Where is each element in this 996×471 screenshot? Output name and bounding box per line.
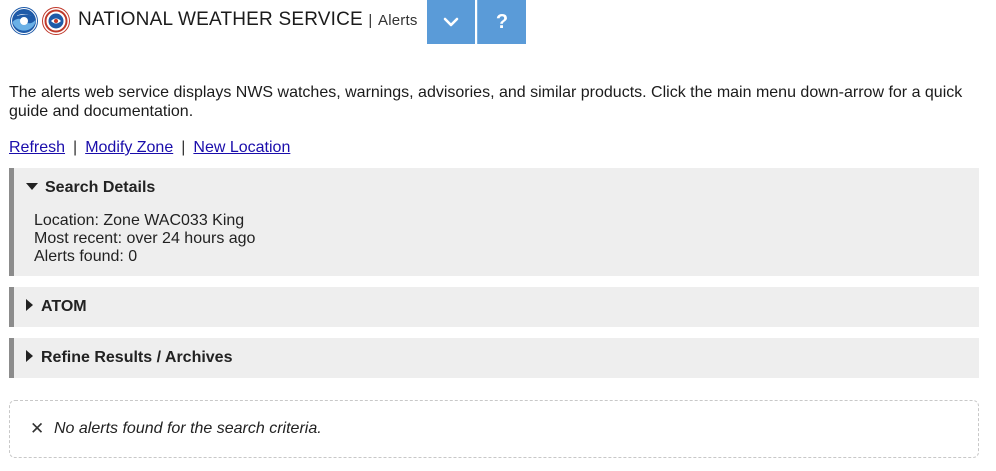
modify-zone-link[interactable]: Modify Zone xyxy=(85,139,173,156)
refine-results-title: Refine Results / Archives xyxy=(41,349,233,366)
search-details-title: Search Details xyxy=(45,179,156,196)
new-location-link[interactable]: New Location xyxy=(193,139,290,156)
atom-panel: ATOM xyxy=(9,287,979,327)
no-alerts-message-box: ✕ No alerts found for the search criteri… xyxy=(9,400,979,458)
location-text: Location: Zone WAC033 King xyxy=(34,212,245,229)
refine-results-toggle[interactable]: Refine Results / Archives xyxy=(26,349,232,367)
search-details-body: Location: Zone WAC033 King Most recent: … xyxy=(34,212,255,266)
search-details-toggle[interactable]: Search Details xyxy=(26,179,155,197)
main-menu-button[interactable] xyxy=(427,0,475,44)
noaa-logo[interactable] xyxy=(10,7,38,35)
refresh-link[interactable]: Refresh xyxy=(9,139,65,156)
action-links: Refresh | Modify Zone | New Location xyxy=(9,139,290,157)
site-header: NATIONAL WEATHER SERVICE | Alerts ? xyxy=(0,0,996,44)
link-separator: | xyxy=(73,139,78,156)
caret-right-icon xyxy=(26,299,33,311)
no-alerts-message: No alerts found for the search criteria. xyxy=(54,420,322,437)
search-details-panel: Search Details Location: Zone WAC033 Kin… xyxy=(9,168,979,276)
refine-results-panel: Refine Results / Archives xyxy=(9,338,979,378)
close-icon: ✕ xyxy=(30,419,45,438)
section-name: Alerts xyxy=(378,12,418,29)
nws-logo[interactable] xyxy=(42,7,70,35)
most-recent-text: Most recent: over 24 hours ago xyxy=(34,230,256,247)
caret-down-icon xyxy=(26,183,38,190)
link-separator: | xyxy=(181,139,186,156)
caret-right-icon xyxy=(26,350,33,362)
brand-title: NATIONAL WEATHER SERVICE xyxy=(78,9,363,30)
help-button[interactable]: ? xyxy=(477,0,526,44)
brand-separator: | xyxy=(368,12,373,29)
atom-toggle[interactable]: ATOM xyxy=(26,298,87,316)
alerts-found-text: Alerts found: 0 xyxy=(34,248,138,265)
site-title[interactable]: NATIONAL WEATHER SERVICE | Alerts xyxy=(78,9,418,31)
chevron-down-icon xyxy=(443,17,459,27)
help-label: ? xyxy=(495,10,509,33)
intro-text: The alerts web service displays NWS watc… xyxy=(9,84,963,120)
atom-title: ATOM xyxy=(41,298,87,315)
